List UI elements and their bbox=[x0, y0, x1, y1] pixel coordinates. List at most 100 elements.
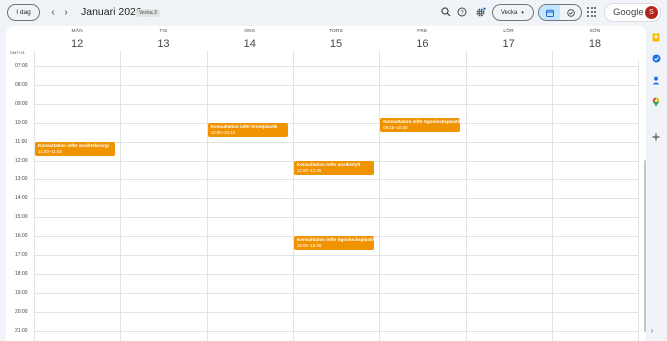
time-grid[interactable]: 07:00 08:00 09:00 10:00 11:00 12:00 13:00 14:00… bbox=[6, 60, 646, 341]
calendar-view-button[interactable] bbox=[539, 5, 560, 20]
calendar-event[interactable]: Konsultation inför ansiktslyft 12:00–12:4… bbox=[293, 160, 374, 175]
hour-label: 17:00 bbox=[15, 252, 28, 258]
day-divider bbox=[206, 60, 208, 341]
keep-button[interactable] bbox=[651, 32, 661, 42]
hour-label: 10:00 bbox=[15, 119, 28, 126]
day-header-2: ONS 14 bbox=[207, 26, 293, 60]
help-button[interactable]: ? bbox=[455, 5, 469, 19]
hour-line bbox=[34, 255, 638, 256]
help-icon: ? bbox=[457, 7, 467, 17]
hour-label: 15:00 bbox=[15, 214, 28, 221]
event-time: 10:00–10:45 bbox=[210, 129, 236, 135]
day-divider bbox=[120, 60, 122, 341]
event-time: 09:45–10:30 bbox=[383, 124, 408, 130]
prev-week-button[interactable]: ‹ bbox=[46, 5, 60, 19]
contacts-icon bbox=[652, 76, 660, 84]
day-number[interactable]: 13 bbox=[120, 38, 206, 50]
chevron-right-icon[interactable]: › bbox=[651, 328, 653, 335]
header-divider bbox=[34, 50, 35, 60]
day-header-0: MÅN 12 bbox=[34, 26, 120, 60]
day-header-row: GMT+01 MÅN 12 TIS 13 ONS 14 TORS 15 FRE 16 LÖR 17 SÖ… bbox=[6, 26, 646, 60]
hour-line bbox=[34, 66, 638, 67]
day-number[interactable]: 17 bbox=[466, 38, 552, 50]
calendar-icon bbox=[545, 9, 554, 17]
hour-line bbox=[34, 122, 638, 124]
hour-label: 21:00 bbox=[15, 327, 28, 334]
hour-line bbox=[34, 330, 638, 332]
day-header-3: TORS 15 bbox=[293, 26, 379, 60]
calendar-week-view: GMT+01 MÅN 12 TIS 13 ONS 14 TORS 15 FRE 16 LÖR 17 SÖ… bbox=[6, 26, 646, 341]
header-divider bbox=[379, 50, 381, 60]
day-header-5: LÖR 17 bbox=[466, 26, 552, 60]
day-number[interactable]: 16 bbox=[379, 38, 465, 50]
add-icon bbox=[652, 133, 660, 141]
event-time: 16:00–16:45 bbox=[296, 243, 322, 249]
keep-icon bbox=[652, 33, 660, 41]
avatar[interactable]: S bbox=[645, 6, 658, 19]
view-selector[interactable]: Vecka ▾ bbox=[492, 4, 534, 21]
day-name: TORS bbox=[329, 29, 344, 34]
header-divider bbox=[120, 50, 122, 60]
tasks-view-button[interactable] bbox=[560, 5, 581, 20]
top-bar: I dag ‹ › Januari 2026 Vecka 3 ? Vecka ▾… bbox=[0, 0, 667, 26]
hour-label: 11:00 bbox=[15, 138, 28, 145]
header-divider bbox=[206, 50, 208, 60]
hour-label: 08:00 bbox=[15, 81, 28, 88]
view-selector-label: Vecka bbox=[501, 9, 518, 16]
header-divider bbox=[551, 50, 553, 60]
day-number[interactable]: 14 bbox=[207, 38, 293, 50]
search-button[interactable] bbox=[439, 5, 453, 19]
event-title: Konsultation inför bröstplastik bbox=[210, 123, 278, 129]
event-time: 12:00–12:45 bbox=[296, 167, 322, 173]
today-button[interactable]: I dag bbox=[7, 4, 40, 21]
header-divider bbox=[292, 50, 294, 60]
day-name: FRE bbox=[417, 29, 428, 34]
day-name: MÅN bbox=[71, 29, 83, 34]
gear-icon bbox=[476, 7, 486, 16]
day-divider bbox=[34, 60, 35, 341]
month-title: Januari 2026 bbox=[81, 6, 142, 18]
hour-label: 09:00 bbox=[15, 100, 28, 107]
hour-line bbox=[34, 84, 638, 86]
day-name: LÖR bbox=[503, 29, 514, 34]
calendar-event[interactable]: Konsultation inför ansiktskirurgi 11:00–1… bbox=[35, 141, 115, 156]
tasks-button[interactable] bbox=[651, 53, 661, 63]
tasks-icon bbox=[652, 54, 660, 62]
check-circle-icon bbox=[566, 8, 575, 17]
hour-label: 18:00 bbox=[15, 270, 28, 277]
chevron-down-icon: ▾ bbox=[521, 9, 524, 16]
hour-label: 12:00 bbox=[15, 157, 28, 164]
hour-line bbox=[34, 198, 638, 200]
next-week-button[interactable]: › bbox=[59, 5, 73, 19]
day-divider bbox=[638, 60, 640, 341]
day-header-4: FRE 16 bbox=[379, 26, 465, 60]
day-number[interactable]: 15 bbox=[293, 38, 379, 50]
day-divider bbox=[379, 60, 381, 341]
hour-line bbox=[34, 179, 638, 181]
add-addon-button[interactable] bbox=[651, 132, 661, 142]
vertical-scrollbar[interactable] bbox=[644, 160, 646, 332]
hour-label: 16:00 bbox=[15, 233, 28, 240]
account-chip[interactable]: Google S bbox=[604, 3, 661, 22]
settings-button[interactable] bbox=[473, 5, 487, 19]
app-switcher bbox=[538, 4, 582, 21]
day-name: TIS bbox=[159, 29, 168, 34]
contacts-button[interactable] bbox=[651, 75, 661, 85]
day-divider bbox=[292, 60, 294, 341]
day-divider bbox=[551, 60, 553, 341]
event-title: Konsultation inför ansiktslyft bbox=[296, 161, 361, 167]
hour-label: 14:00 bbox=[15, 195, 28, 202]
maps-button[interactable] bbox=[651, 97, 661, 107]
calendar-event[interactable]: Konsultation inför ögonlocksplastik 16:00… bbox=[293, 236, 374, 251]
day-number[interactable]: 18 bbox=[552, 38, 638, 50]
maps-icon bbox=[652, 97, 660, 107]
day-number[interactable]: 12 bbox=[34, 38, 120, 50]
search-icon bbox=[441, 7, 451, 17]
calendar-event[interactable]: Konsultation inför bröstplastik 10:00–10:… bbox=[207, 122, 288, 137]
hour-line bbox=[34, 217, 638, 219]
hour-line bbox=[34, 273, 638, 275]
hour-line bbox=[34, 141, 638, 143]
event-time: 11:00–11:45 bbox=[38, 148, 62, 154]
calendar-event[interactable]: Konsultation inför ögonlocksplastik 09:45… bbox=[380, 117, 461, 132]
google-apps-icon[interactable] bbox=[586, 6, 598, 18]
